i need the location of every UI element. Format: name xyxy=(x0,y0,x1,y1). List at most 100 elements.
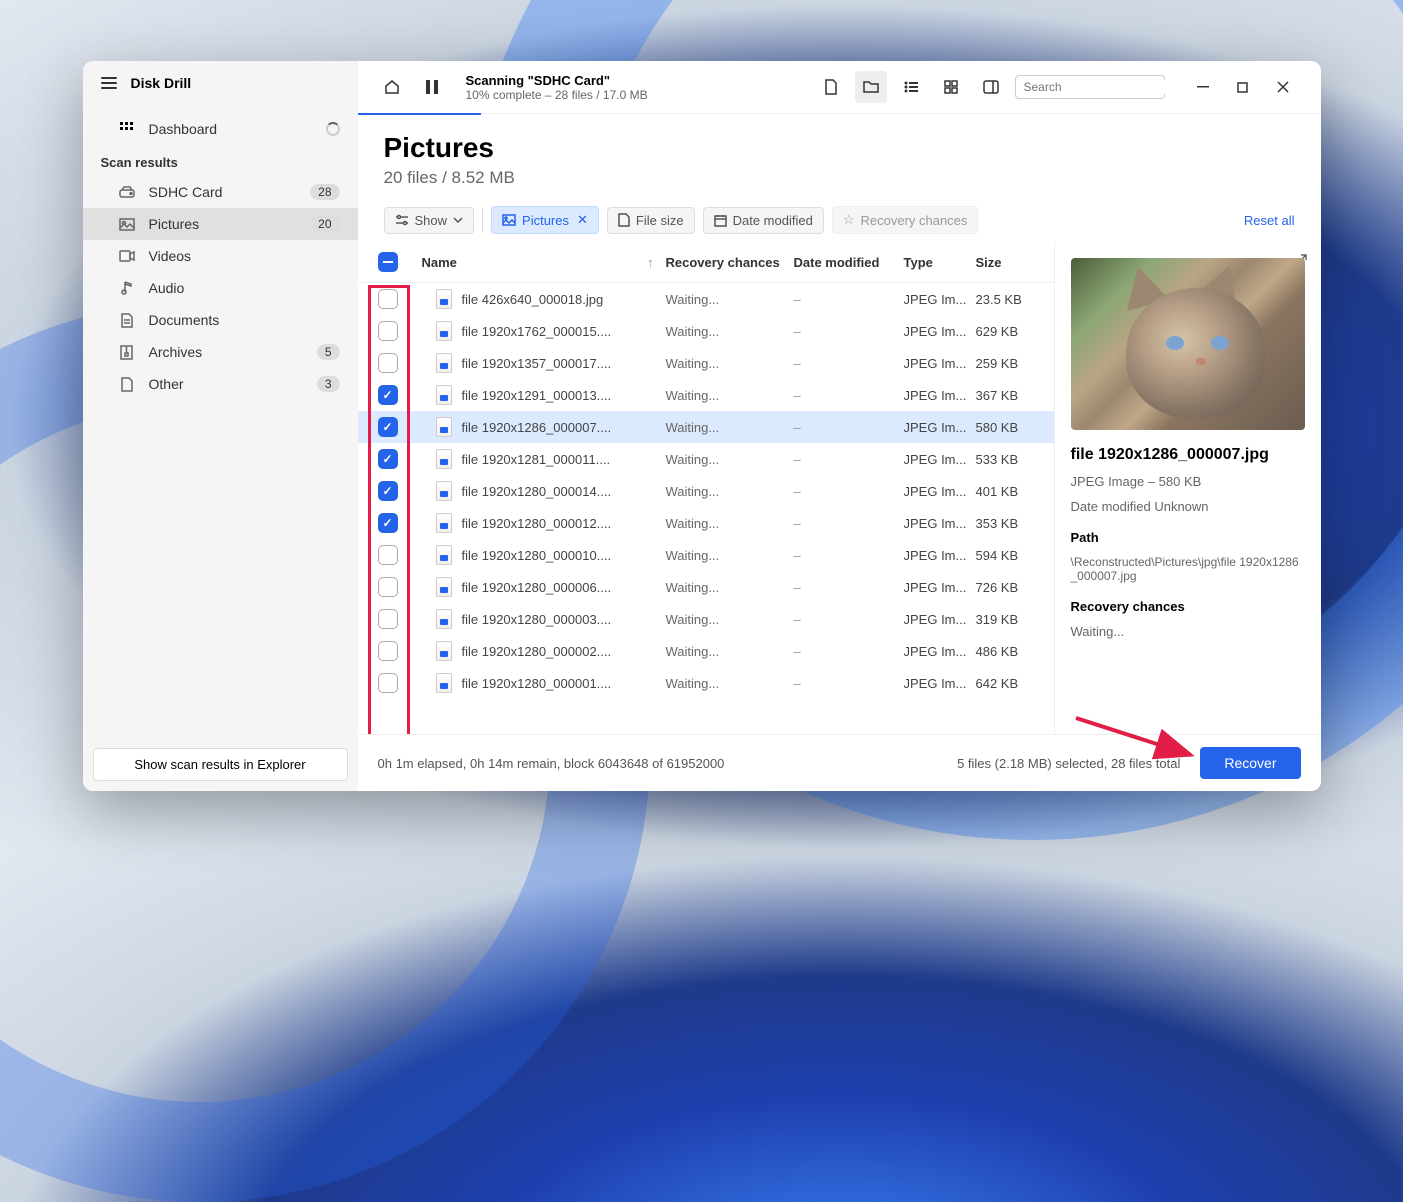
preview-meta: JPEG Image – 580 KB xyxy=(1071,474,1305,489)
file-type-icon xyxy=(436,641,452,661)
table-row[interactable]: file 1920x1280_000006.... Waiting... – J… xyxy=(358,571,1054,603)
filter-recovery[interactable]: ☆ Recovery chances xyxy=(832,206,979,234)
nav-label: Dashboard xyxy=(149,121,312,137)
sidebar-item-dashboard[interactable]: Dashboard xyxy=(83,113,358,145)
column-date[interactable]: Date modified xyxy=(794,255,904,270)
close-icon[interactable]: ✕ xyxy=(577,212,588,228)
table-row[interactable]: file 1920x1280_000002.... Waiting... – J… xyxy=(358,635,1054,667)
sidebar-item-sdhc-card[interactable]: SDHC Card 28 xyxy=(83,176,358,208)
maximize-button[interactable] xyxy=(1223,73,1263,101)
show-in-explorer-button[interactable]: Show scan results in Explorer xyxy=(93,748,348,781)
file-recovery: Waiting... xyxy=(666,356,794,371)
column-size[interactable]: Size xyxy=(976,255,1048,270)
select-all-checkbox[interactable] xyxy=(378,252,398,272)
row-checkbox[interactable] xyxy=(378,545,398,565)
file-type: JPEG Im... xyxy=(904,612,976,627)
table-row[interactable]: file 426x640_000018.jpg Waiting... – JPE… xyxy=(358,283,1054,315)
file-date: – xyxy=(794,452,904,467)
search-input[interactable] xyxy=(1024,80,1179,94)
file-name: file 1920x1762_000015.... xyxy=(462,324,612,339)
topbar: Scanning "SDHC Card" 10% complete – 28 f… xyxy=(358,61,1321,114)
row-checkbox[interactable] xyxy=(378,481,398,501)
minimize-button[interactable] xyxy=(1183,73,1223,101)
file-date: – xyxy=(794,484,904,499)
table-row[interactable]: file 1920x1291_000013.... Waiting... – J… xyxy=(358,379,1054,411)
file-type: JPEG Im... xyxy=(904,356,976,371)
file-name: file 1920x1357_000017.... xyxy=(462,356,612,371)
sidebar-item-archives[interactable]: Archives 5 xyxy=(83,336,358,368)
file-recovery: Waiting... xyxy=(666,388,794,403)
table-row[interactable]: file 1920x1357_000017.... Waiting... – J… xyxy=(358,347,1054,379)
file-type-icon xyxy=(436,289,452,309)
table-row[interactable]: file 1920x1280_000010.... Waiting... – J… xyxy=(358,539,1054,571)
filter-filesize[interactable]: File size xyxy=(607,207,695,234)
table-row[interactable]: file 1920x1286_000007.... Waiting... – J… xyxy=(358,411,1054,443)
pause-button[interactable] xyxy=(416,71,448,103)
nav-label: Videos xyxy=(149,248,340,264)
row-checkbox[interactable] xyxy=(378,673,398,693)
table-row[interactable]: file 1920x1281_000011.... Waiting... – J… xyxy=(358,443,1054,475)
row-checkbox[interactable] xyxy=(378,449,398,469)
column-recovery[interactable]: Recovery chances xyxy=(666,255,794,270)
row-checkbox[interactable] xyxy=(378,513,398,533)
row-checkbox[interactable] xyxy=(378,385,398,405)
row-checkbox[interactable] xyxy=(378,609,398,629)
file-name: file 1920x1280_000012.... xyxy=(462,516,612,531)
file-type-icon xyxy=(436,545,452,565)
drive-icon xyxy=(119,184,135,200)
row-checkbox[interactable] xyxy=(378,417,398,437)
file-name: file 1920x1291_000013.... xyxy=(462,388,612,403)
preview-image[interactable] xyxy=(1071,258,1305,430)
row-checkbox[interactable] xyxy=(378,641,398,661)
sidebar-item-pictures[interactable]: Pictures 20 xyxy=(83,208,358,240)
sidebar-item-other[interactable]: Other 3 xyxy=(83,368,358,400)
chip-label: Pictures xyxy=(522,213,569,228)
home-button[interactable] xyxy=(376,71,408,103)
sidebar-item-videos[interactable]: Videos xyxy=(83,240,358,272)
reset-all-link[interactable]: Reset all xyxy=(1244,213,1295,228)
row-checkbox[interactable] xyxy=(378,353,398,373)
nav-badge: 5 xyxy=(317,344,340,360)
nav-label: Audio xyxy=(149,280,340,296)
sidebar-item-documents[interactable]: Documents xyxy=(83,304,358,336)
file-type-icon xyxy=(436,513,452,533)
file-date: – xyxy=(794,548,904,563)
row-checkbox[interactable] xyxy=(378,321,398,341)
menu-icon[interactable] xyxy=(101,77,117,89)
row-checkbox[interactable] xyxy=(378,577,398,597)
file-view-button[interactable] xyxy=(815,71,847,103)
nav-label: Other xyxy=(149,376,303,392)
close-button[interactable] xyxy=(1263,73,1303,101)
recover-button[interactable]: Recover xyxy=(1200,747,1300,779)
panel-toggle-button[interactable] xyxy=(975,71,1007,103)
search-box[interactable] xyxy=(1015,75,1165,99)
row-checkbox[interactable] xyxy=(378,289,398,309)
column-type[interactable]: Type xyxy=(904,255,976,270)
preview-recovery-value: Waiting... xyxy=(1071,624,1305,639)
grid-view-button[interactable] xyxy=(935,71,967,103)
table-row[interactable]: file 1920x1280_000014.... Waiting... – J… xyxy=(358,475,1054,507)
file-size: 319 KB xyxy=(976,612,1048,627)
column-name[interactable]: Name↑ xyxy=(412,255,666,270)
table-row[interactable]: file 1920x1280_000003.... Waiting... – J… xyxy=(358,603,1054,635)
folder-view-button[interactable] xyxy=(855,71,887,103)
nav-label: Archives xyxy=(149,344,303,360)
file-size: 726 KB xyxy=(976,580,1048,595)
file-recovery: Waiting... xyxy=(666,612,794,627)
sidebar-item-audio[interactable]: Audio xyxy=(83,272,358,304)
chip-label: Date modified xyxy=(733,213,813,228)
file-type-icon xyxy=(436,673,452,693)
show-dropdown[interactable]: Show xyxy=(384,207,475,234)
file-date: – xyxy=(794,356,904,371)
table-header: Name↑ Recovery chances Date modified Typ… xyxy=(358,242,1054,283)
table-row[interactable]: file 1920x1280_000012.... Waiting... – J… xyxy=(358,507,1054,539)
preview-date: Date modified Unknown xyxy=(1071,499,1305,514)
table-row[interactable]: file 1920x1280_000001.... Waiting... – J… xyxy=(358,667,1054,699)
table-row[interactable]: file 1920x1762_000015.... Waiting... – J… xyxy=(358,315,1054,347)
list-view-button[interactable] xyxy=(895,71,927,103)
file-type-icon xyxy=(436,417,452,437)
file-type: JPEG Im... xyxy=(904,580,976,595)
filter-pictures[interactable]: Pictures ✕ xyxy=(491,206,599,234)
filter-date[interactable]: Date modified xyxy=(703,207,824,234)
file-size: 580 KB xyxy=(976,420,1048,435)
